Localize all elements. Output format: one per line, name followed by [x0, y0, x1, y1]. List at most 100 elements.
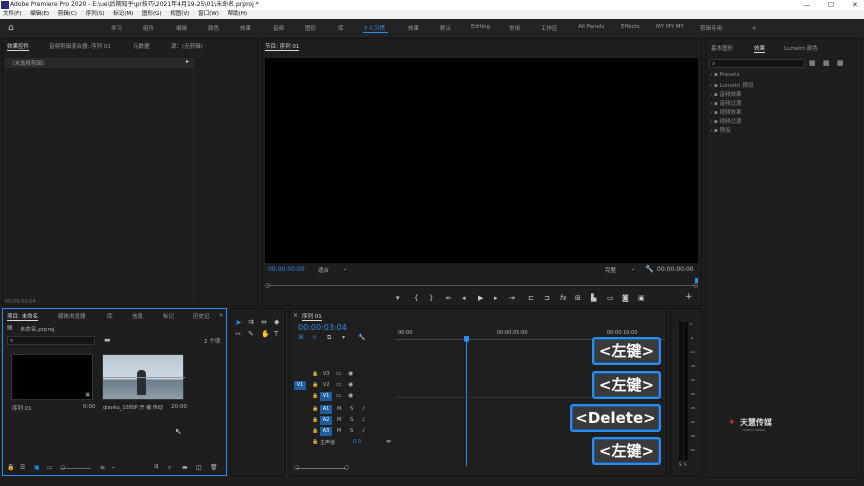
new-bin-icon[interactable]: ▬ — [104, 336, 111, 344]
workspace-tab[interactable]: 工作区 — [541, 24, 558, 32]
workspace-tab[interactable]: 图形 — [305, 24, 316, 32]
quality-select-arrow-icon[interactable]: ⌄ — [631, 266, 635, 272]
sequence-thumbnail[interactable]: ▣ — [11, 354, 93, 400]
timeline-settings-icon[interactable]: 🔧 — [358, 334, 365, 341]
sync-lock-icon[interactable]: ▭ — [336, 392, 342, 399]
wrench-icon[interactable]: 🔧 — [645, 265, 654, 273]
folder-audio-transitions[interactable]: › ▪ 音频过渡 — [710, 99, 741, 107]
folder-presets[interactable]: › ▪ Presets — [710, 72, 739, 78]
slip-tool-icon[interactable]: ⇿ — [235, 330, 241, 338]
more-workspaces-icon[interactable]: » — [752, 24, 756, 32]
menu-marker[interactable]: 标记(M) — [113, 11, 133, 17]
eye-icon[interactable]: ◉ — [348, 392, 353, 399]
mute-icon[interactable]: M — [337, 428, 341, 434]
solo-icon[interactable]: S — [350, 406, 353, 412]
fit-select[interactable]: 适合 — [318, 266, 329, 274]
export-frame-icon[interactable]: ◙ — [622, 294, 629, 302]
workspace-tab[interactable]: 常用 — [509, 24, 520, 32]
workspace-tab[interactable]: Editing — [471, 24, 490, 30]
project-search-input[interactable]: ⌕ — [7, 336, 95, 345]
icon-view-icon[interactable]: ▣ — [34, 464, 40, 471]
timeline-timecode[interactable]: 00:00:03:04 — [298, 323, 347, 332]
close-button[interactable]: ✕ — [852, 0, 858, 10]
freeform-view-icon[interactable]: ▭ — [47, 464, 53, 471]
lock-icon[interactable]: 🔒 — [312, 428, 318, 434]
go-to-out-icon[interactable]: ⇥ — [509, 294, 515, 302]
workspace-tab-active[interactable]: 十人习惯 — [363, 24, 385, 32]
playhead-line[interactable] — [466, 341, 467, 466]
track-target-label[interactable]: V1 — [320, 392, 332, 401]
quality-select[interactable]: 完整 — [605, 266, 616, 274]
source-patch-v1[interactable]: V1 — [294, 381, 306, 390]
menu-sequence[interactable]: 序列(S) — [86, 11, 105, 17]
close-tab-icon[interactable]: × — [293, 312, 298, 319]
lock-icon[interactable]: 🔒 — [312, 417, 318, 423]
clear-icon[interactable]: 🗑 — [210, 464, 218, 471]
scrubber-start-handle[interactable]: ○ — [265, 282, 270, 289]
tab-libraries[interactable]: 库 — [107, 312, 113, 320]
tab-source[interactable]: 源：(无剪辑) — [171, 42, 203, 50]
menu-edit[interactable]: 编辑(E) — [30, 11, 49, 17]
workspace-tab[interactable]: MY MY MY — [656, 24, 684, 30]
32bit-effects-icon[interactable]: ▦ — [823, 59, 830, 67]
tab-media-browser[interactable]: 媒体浏览器 — [58, 312, 86, 320]
zoom-slider[interactable] — [61, 468, 91, 469]
lock-icon[interactable]: 🔒 — [312, 382, 318, 388]
menu-clip[interactable]: 剪辑(C) — [58, 11, 77, 17]
track-target-label[interactable]: A2 — [320, 416, 332, 425]
go-to-in-icon[interactable]: ⇤ — [446, 294, 452, 302]
tab-essential-graphics[interactable]: 基本图形 — [711, 44, 733, 52]
lock-icon[interactable]: 🔒 — [312, 371, 318, 377]
track-target-label[interactable]: A1 — [320, 405, 332, 414]
maximize-button[interactable]: ☐ — [828, 0, 834, 10]
program-monitor-title[interactable]: 节目: 序列 01 — [265, 42, 300, 51]
proxy-toggle-icon[interactable]: ▭ — [607, 294, 614, 302]
sort-icon[interactable]: ≡ — [100, 464, 105, 471]
track-target-label[interactable]: A3 — [320, 427, 332, 436]
lock-icon[interactable]: 🔒 — [312, 439, 318, 445]
home-icon[interactable]: ⌂ — [8, 23, 14, 33]
mic-icon[interactable]: ♪ — [362, 417, 365, 423]
pen-tool-icon[interactable]: ✎ — [248, 330, 254, 338]
tab-metadata[interactable]: 元数据 — [133, 42, 150, 50]
workspace-tab[interactable]: 颜色 — [208, 24, 219, 32]
workspace-tab[interactable]: 组件 — [143, 24, 154, 32]
folder-audio-effects[interactable]: › ▪ 音频效果 — [710, 90, 741, 98]
lock-icon[interactable]: 🔒 — [7, 464, 14, 471]
video-clip-thumbnail[interactable] — [102, 354, 185, 400]
hand-tool-icon[interactable]: ✋ — [261, 330, 270, 338]
tab-audio-clip-mixer[interactable]: 音频剪辑混合器: 序列 01 — [49, 42, 111, 50]
menu-help[interactable]: 帮助(H) — [228, 11, 247, 17]
mic-icon[interactable]: ♪ — [362, 428, 365, 434]
scroll-handle-left[interactable]: ○ — [294, 464, 299, 471]
tab-history[interactable]: 历史记 — [193, 312, 210, 320]
tab-info[interactable]: 信息 — [132, 312, 143, 320]
mark-out-icon[interactable]: } — [429, 294, 433, 302]
folder-lumetri-presets[interactable]: › ▪ Lumetri 预设 — [710, 81, 753, 89]
tab-project[interactable]: 项目: 未命名 — [7, 312, 39, 321]
track-select-tool-icon[interactable]: ⇉ — [248, 318, 254, 326]
meter-solo-left[interactable]: S — [679, 462, 682, 467]
safe-margins-icon[interactable]: ▙ — [591, 294, 596, 302]
effects-search-input[interactable]: ⌕ — [709, 59, 805, 68]
razor-tool-icon[interactable]: ◆ — [274, 318, 279, 326]
extract-icon[interactable]: ⊐ — [544, 294, 550, 302]
comparison-view-icon[interactable]: ⊞ — [575, 294, 581, 302]
lock-icon[interactable]: 🔒 — [312, 393, 318, 399]
nest-icon[interactable]: ⌘ — [298, 334, 304, 341]
workspace-tab[interactable]: 编辑 — [176, 24, 187, 32]
menu-graphics[interactable]: 图形(G) — [142, 11, 162, 17]
step-back-icon[interactable]: ◂ — [462, 294, 466, 302]
ripple-edit-tool-icon[interactable]: ⇹ — [261, 318, 267, 326]
sort-arrow-icon[interactable]: ⌄ — [111, 464, 115, 470]
fit-select-arrow-icon[interactable]: ⌄ — [343, 266, 347, 272]
list-view-icon[interactable]: ☰ — [20, 464, 25, 471]
workspace-tab[interactable]: 效果 — [408, 24, 419, 32]
menu-view[interactable]: 视图(V) — [170, 11, 189, 17]
minimize-button[interactable]: — — [803, 0, 810, 10]
workspace-tab[interactable]: 剪辑专用 — [700, 24, 722, 32]
folder-video-transitions[interactable]: › ▪ 视频过渡 — [710, 117, 741, 125]
add-marker-icon[interactable]: ▾ — [396, 294, 400, 302]
timeline-horizontal-scrollbar[interactable] — [296, 468, 346, 469]
program-scrubber[interactable] — [267, 285, 697, 286]
